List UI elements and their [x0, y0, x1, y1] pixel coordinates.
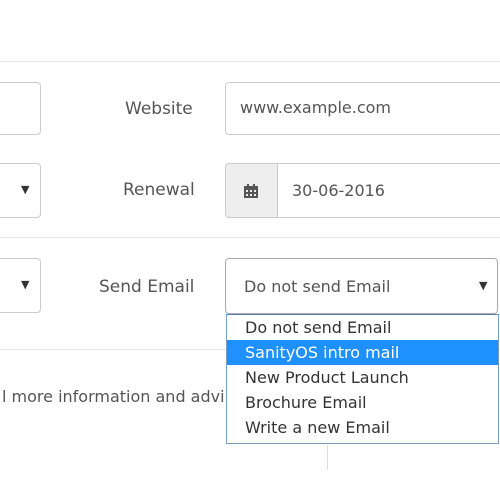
left-input-partial[interactable]	[0, 82, 41, 135]
chevron-down-icon: ▼	[21, 278, 30, 291]
send-email-selected-value: Do not send Email	[244, 277, 391, 296]
dropdown-option-write-new-email[interactable]: Write a new Email	[227, 415, 498, 440]
left-select-partial-1[interactable]: ▼	[0, 163, 41, 218]
send-email-dropdown-list: Do not send Email SanityOS intro mail Ne…	[226, 314, 499, 444]
row-divider-1	[0, 237, 500, 238]
column-divider	[327, 445, 328, 470]
dropdown-option-brochure-email[interactable]: Brochure Email	[227, 390, 498, 415]
top-divider	[0, 61, 500, 62]
renewal-value: 30-06-2016	[292, 181, 385, 200]
website-label: Website	[125, 99, 193, 119]
left-select-partial-2[interactable]: ▼	[0, 258, 41, 313]
dropdown-option-new-product-launch[interactable]: New Product Launch	[227, 365, 498, 390]
send-email-label: Send Email	[99, 277, 195, 297]
renewal-label: Renewal	[123, 180, 195, 200]
dropdown-option-do-not-send[interactable]: Do not send Email	[227, 315, 498, 340]
send-email-select[interactable]: Do not send Email ▼	[225, 258, 498, 314]
calendar-addon[interactable]	[225, 163, 278, 218]
chevron-down-icon: ▼	[21, 183, 30, 196]
website-input[interactable]: www.example.com	[225, 82, 500, 135]
dropdown-option-sanityos-intro[interactable]: SanityOS intro mail	[227, 340, 498, 365]
renewal-input[interactable]: 30-06-2016	[277, 163, 500, 218]
website-value: www.example.com	[240, 98, 391, 117]
info-text: l more information and advi	[2, 387, 225, 406]
chevron-down-icon: ▼	[479, 279, 488, 292]
calendar-icon	[244, 184, 258, 198]
